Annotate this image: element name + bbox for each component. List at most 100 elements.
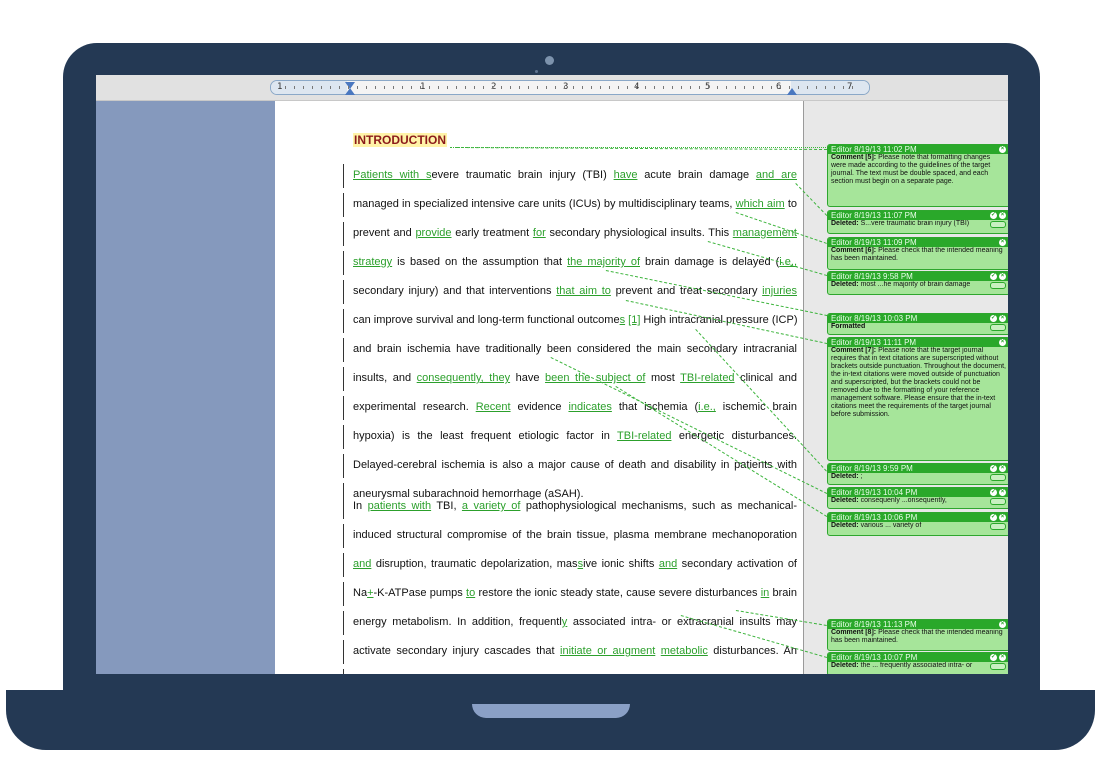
comment-balloon[interactable]: Editor 8/19/13 11:07 PM ✓ × Deleted: S...ve… xyxy=(827,210,1008,234)
comment-balloon[interactable]: Editor 8/19/13 11:09 PM × Comment [6]: Ple… xyxy=(827,237,1008,270)
balloon-label: Comment [7]: xyxy=(831,347,877,354)
comment-balloon[interactable]: Editor 8/19/13 9:58 PM ✓ × Deleted: most ..… xyxy=(827,271,1008,295)
balloon-expand-pill[interactable] xyxy=(990,221,1006,228)
ruler-tick xyxy=(636,86,637,89)
ruler-margin-right xyxy=(791,81,869,94)
ruler-tick xyxy=(591,86,592,89)
reject-close-icon[interactable]: × xyxy=(999,212,1006,219)
tracked-insertion: metabolic xyxy=(660,645,708,657)
tracked-insertion: a variety of xyxy=(461,500,521,512)
tracked-insertion: the majority of xyxy=(567,256,640,268)
ruler-tick xyxy=(690,86,691,89)
comment-balloon[interactable]: Editor 8/19/13 11:13 PM × Comment [8]: Ple… xyxy=(827,619,1008,651)
text-run: Na xyxy=(353,587,368,599)
comment-balloon[interactable]: Editor 8/19/13 10:06 PM ✓ × Deleted: variou… xyxy=(827,512,1008,536)
text-run: prevent and xyxy=(353,227,416,239)
hanging-indent-marker[interactable] xyxy=(345,88,355,95)
ruler-tick xyxy=(798,86,799,89)
tracked-insertion: TBI-related xyxy=(617,430,672,442)
accept-change-icon[interactable]: ✓ xyxy=(990,273,997,280)
reject-close-icon[interactable]: × xyxy=(999,315,1006,322)
balloon-author-date: Editor 8/19/13 11:13 PM xyxy=(831,620,917,629)
text-line[interactable]: and disruption, traumatic depolarization… xyxy=(353,557,797,571)
ruler-tick xyxy=(519,86,520,89)
tracked-insertion: and xyxy=(353,558,372,570)
horizontal-ruler[interactable]: 11234567 xyxy=(270,80,870,95)
reject-close-icon[interactable]: × xyxy=(999,489,1006,496)
reject-close-icon[interactable]: × xyxy=(999,273,1006,280)
balloon-label: Comment [6]: xyxy=(831,247,877,254)
accept-change-icon[interactable]: ✓ xyxy=(990,315,997,322)
accept-change-icon[interactable]: ✓ xyxy=(990,654,997,661)
balloon-header: Editor 8/19/13 10:03 PM ✓ × xyxy=(828,314,1008,323)
balloon-expand-pill[interactable] xyxy=(990,282,1006,289)
reject-close-icon[interactable]: × xyxy=(999,465,1006,472)
text-run: brain damage is delayed ( xyxy=(640,256,780,268)
balloon-header: Editor 8/19/13 11:11 PM × xyxy=(828,338,1008,347)
ruler-tick xyxy=(789,86,790,89)
comment-balloon[interactable]: Editor 8/19/13 11:11 PM × Comment [7]: Ple… xyxy=(827,337,1008,461)
balloon-label: Deleted: xyxy=(831,473,859,480)
ruler-tick xyxy=(438,86,439,89)
comment-balloon[interactable]: Editor 8/19/13 10:03 PM ✓ × Formatted xyxy=(827,313,1008,335)
comment-balloon[interactable]: Editor 8/19/13 10:07 PM ✓ × Deleted: the ..… xyxy=(827,652,1008,674)
text-line[interactable]: strategy is based on the assumption that… xyxy=(353,255,797,269)
balloon-expand-pill[interactable] xyxy=(990,324,1006,331)
tracked-insertion: to xyxy=(466,587,476,599)
text-line[interactable]: In patients with TBI, a variety of patho… xyxy=(353,499,797,513)
ruler-tick xyxy=(726,86,727,89)
change-bar xyxy=(343,193,344,217)
reject-close-icon[interactable]: × xyxy=(999,146,1006,153)
text-line[interactable]: prevent and provide early treatment for … xyxy=(353,226,797,240)
reject-close-icon[interactable]: × xyxy=(999,514,1006,521)
reject-close-icon[interactable]: × xyxy=(999,621,1006,628)
reject-close-icon[interactable]: × xyxy=(999,654,1006,661)
balloon-header: Editor 8/19/13 11:13 PM × xyxy=(828,620,1008,629)
text-line[interactable]: insults, and consequently, they have bee… xyxy=(353,371,797,385)
text-line[interactable]: and brain ischemia have traditionally be… xyxy=(353,342,797,356)
balloon-author-date: Editor 8/19/13 9:58 PM xyxy=(831,272,913,281)
ruler-tick xyxy=(555,86,556,89)
text-line[interactable]: Na+-K-ATPase pumps to restore the ionic … xyxy=(353,586,797,600)
change-bar xyxy=(343,553,344,577)
reject-close-icon[interactable]: × xyxy=(999,339,1006,346)
accept-change-icon[interactable]: ✓ xyxy=(990,212,997,219)
text-run: induced structural compromise of the bra… xyxy=(353,529,797,541)
text-run: secondary activation of xyxy=(677,558,797,570)
comment-balloon[interactable]: Editor 8/19/13 9:59 PM ✓ × Deleted: ; xyxy=(827,463,1008,485)
ruler-tick xyxy=(582,86,583,89)
ruler-number: 1 xyxy=(277,82,283,92)
text-line[interactable]: managed in specialized intensive care un… xyxy=(353,197,797,211)
text-line[interactable]: Patients with severe traumatic brain inj… xyxy=(353,168,797,182)
ruler-tick xyxy=(339,86,340,89)
change-bar xyxy=(343,611,344,635)
text-line[interactable]: activate secondary injury cascades that … xyxy=(353,644,797,658)
text-line[interactable]: Delayed-cerebral ischemia is also a majo… xyxy=(353,458,797,472)
change-bar xyxy=(343,280,344,304)
comment-balloon[interactable]: Editor 8/19/13 10:04 PM ✓ × Deleted: conseq… xyxy=(827,487,1008,509)
comment-balloon[interactable]: Editor 8/19/13 11:02 PM × Comment [5]: Ple… xyxy=(827,144,1008,207)
tracked-insertion: provide xyxy=(415,227,452,239)
reject-close-icon[interactable]: × xyxy=(999,239,1006,246)
text-line[interactable]: can improve survival and long-term funct… xyxy=(353,313,798,327)
accept-change-icon[interactable]: ✓ xyxy=(990,489,997,496)
balloon-expand-pill[interactable] xyxy=(990,523,1006,530)
balloon-author-date: Editor 8/19/13 10:07 PM xyxy=(831,653,918,662)
text-line[interactable]: additional source of increasing metaboli… xyxy=(353,673,797,674)
balloon-expand-pill[interactable] xyxy=(990,474,1006,481)
ruler-tick xyxy=(528,86,529,89)
accept-change-icon[interactable]: ✓ xyxy=(990,514,997,521)
ruler-tick xyxy=(375,86,376,89)
ruler-tick xyxy=(537,86,538,89)
accept-change-icon[interactable]: ✓ xyxy=(990,465,997,472)
text-run: and brain ischemia have traditionally be… xyxy=(353,343,797,355)
section-heading[interactable]: INTRODUCTION xyxy=(353,133,447,147)
balloon-expand-pill[interactable] xyxy=(990,663,1006,670)
text-line[interactable]: induced structural compromise of the bra… xyxy=(353,528,797,542)
text-line[interactable]: experimental research. Recent evidence i… xyxy=(353,400,797,414)
balloon-expand-pill[interactable] xyxy=(990,498,1006,505)
text-line[interactable]: energy metabolism. In addition, frequent… xyxy=(353,615,797,629)
ruler-tick xyxy=(384,86,385,89)
text-line[interactable]: hypoxia) is the least frequent etiologic… xyxy=(353,429,797,443)
right-indent-marker[interactable] xyxy=(787,88,797,95)
